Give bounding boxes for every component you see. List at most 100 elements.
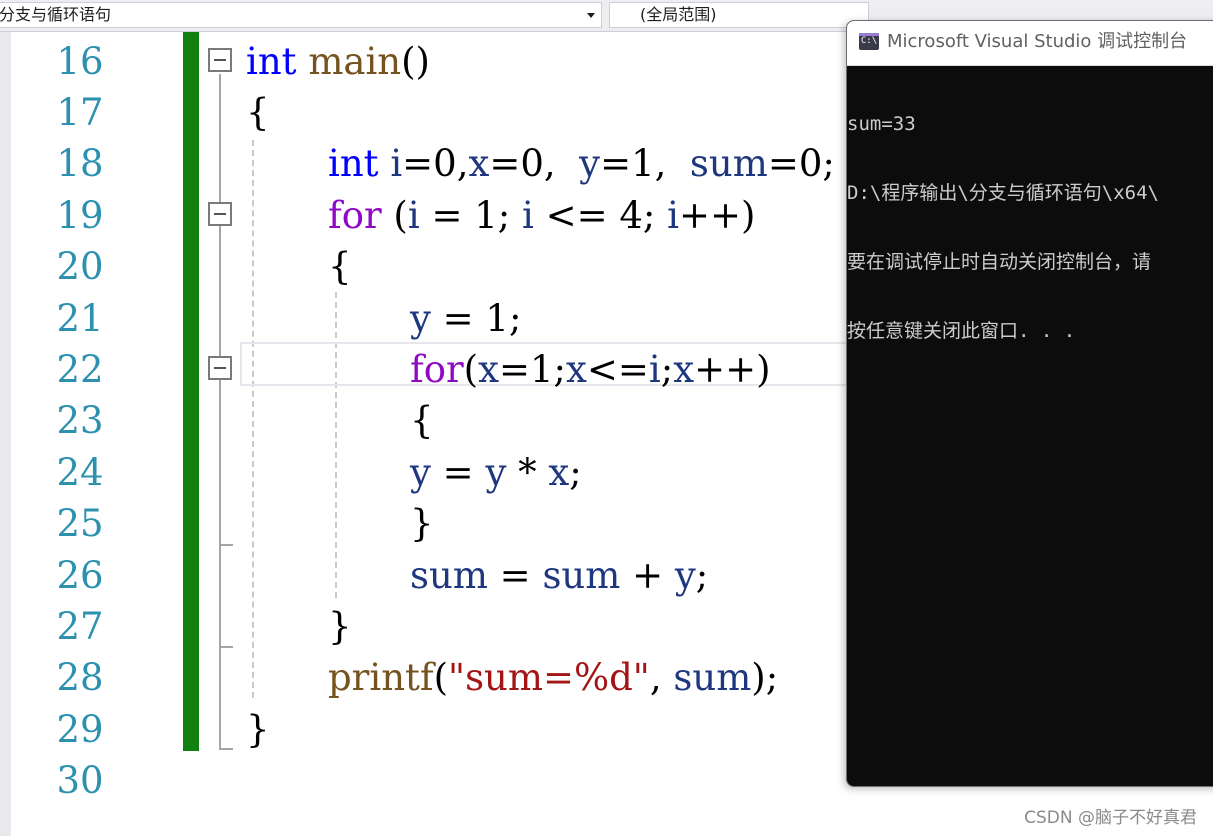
global-scope-dropdown[interactable]: (全局范围): [609, 2, 869, 28]
collapse-outer-for-icon[interactable]: [208, 202, 232, 226]
code-text: =0,: [402, 142, 469, 185]
punctuation: {: [328, 245, 352, 288]
code-text: ++): [694, 348, 771, 391]
variable: y: [485, 451, 507, 494]
console-line: 要在调试停止时自动关闭控制台，请: [847, 251, 1152, 273]
line-number: 21: [56, 297, 104, 340]
project-scope-dropdown[interactable]: 分支与循环语句: [0, 2, 602, 28]
code-text: = 1;: [419, 194, 523, 237]
watermark: CSDN @脑子不好真君: [1024, 808, 1197, 828]
line-number: 19: [56, 194, 104, 237]
code-text: (: [463, 348, 479, 391]
code-line-29[interactable]: }: [246, 704, 270, 755]
variable: x: [566, 348, 587, 391]
code-text: ;: [660, 348, 674, 391]
function-name: printf: [328, 656, 434, 699]
project-scope-label: 分支与循环语句: [0, 5, 112, 24]
control-keyword: for: [410, 348, 464, 391]
code-line-16[interactable]: int main(): [246, 36, 430, 87]
control-keyword: for: [328, 194, 382, 237]
line-number: 24: [56, 451, 104, 494]
code-line-24[interactable]: y = y * x;: [410, 447, 582, 498]
code-line-18[interactable]: int i=0,x=0, y=1, sum=0;: [328, 138, 835, 189]
variable: sum: [410, 554, 488, 597]
code-line-25[interactable]: }: [410, 498, 434, 549]
variable: y: [674, 554, 696, 597]
code-text: ++): [679, 194, 756, 237]
console-app-icon: C:\: [859, 33, 879, 50]
code-text: );: [751, 656, 779, 699]
change-tracking-bar: [183, 32, 199, 751]
keyword: int: [246, 40, 297, 83]
code-text: (: [433, 656, 449, 699]
code-line-19[interactable]: for (i = 1; i <= 4; i++): [328, 190, 755, 241]
line-number: 30: [56, 759, 104, 802]
outline-end-tick: [219, 646, 233, 648]
variable: i: [648, 348, 661, 391]
code-text: <=: [586, 348, 649, 391]
code-text: =: [487, 554, 543, 597]
code-line-22[interactable]: for(x=1;x<=i;x++): [410, 344, 771, 395]
variable: sum: [673, 656, 752, 699]
code-line-20[interactable]: {: [328, 241, 352, 292]
code-line-26[interactable]: sum = sum + y;: [410, 550, 708, 601]
collapse-inner-for-icon[interactable]: [208, 356, 232, 380]
variable: y: [410, 451, 431, 494]
outline-line: [219, 74, 221, 750]
code-text: =0,: [489, 142, 580, 185]
code-text: =: [430, 451, 486, 494]
code-text: =1,: [600, 142, 690, 185]
variable: y: [410, 297, 431, 340]
variable: x: [468, 142, 490, 185]
console-line: 按任意键关闭此窗口. . .: [847, 320, 1076, 342]
console-title: Microsoft Visual Studio 调试控制台: [887, 31, 1188, 52]
code-text: =1;: [498, 348, 566, 391]
line-number: 17: [56, 91, 104, 134]
line-number: 22: [56, 348, 104, 391]
indent-guide: [252, 140, 254, 698]
outline-end-tick: [219, 544, 233, 546]
variable: y: [579, 142, 601, 185]
line-number: 26: [56, 554, 104, 597]
line-number: 29: [56, 708, 104, 751]
line-number: 20: [56, 245, 104, 288]
code-line-17[interactable]: {: [246, 87, 270, 138]
line-number: 27: [56, 605, 104, 648]
variable: x: [478, 348, 499, 391]
console-title-bar[interactable]: C:\ Microsoft Visual Studio 调试控制台: [847, 21, 1213, 66]
editor-left-margin: [0, 32, 11, 836]
code-text: +: [620, 554, 675, 597]
code-text: = 1;: [430, 297, 522, 340]
function-name: main: [308, 40, 402, 83]
code-text: ;: [695, 554, 709, 597]
chevron-down-icon[interactable]: [587, 13, 595, 18]
console-output[interactable]: sum=33 D:\程序输出\分支与循环语句\x64\ 要在调试停止时自动关闭控…: [847, 67, 1213, 389]
punctuation: }: [328, 605, 352, 648]
code-line-28[interactable]: printf("sum=%d", sum);: [328, 652, 778, 703]
variable: sum: [542, 554, 621, 597]
variable: sum: [689, 142, 768, 185]
code-line-27[interactable]: }: [328, 601, 352, 652]
debug-console-window[interactable]: C:\ Microsoft Visual Studio 调试控制台 sum=33…: [846, 20, 1213, 787]
console-line: sum=33: [847, 113, 916, 135]
code-text: ;: [569, 451, 582, 494]
variable: i: [407, 194, 420, 237]
collapse-main-icon[interactable]: [208, 48, 232, 72]
line-number: 16: [56, 40, 104, 83]
punctuation: }: [246, 708, 270, 751]
code-text: =0;: [767, 142, 835, 185]
code-text: *: [506, 451, 549, 494]
variable: i: [522, 194, 534, 237]
punctuation: }: [410, 502, 434, 545]
code-line-23[interactable]: {: [410, 395, 434, 446]
code-line-21[interactable]: y = 1;: [410, 293, 521, 344]
variable: x: [673, 348, 695, 391]
string-literal: "sum=%d": [448, 656, 650, 699]
punctuation: {: [246, 91, 270, 134]
punctuation: (): [401, 40, 430, 83]
console-line: D:\程序输出\分支与循环语句\x64\: [847, 182, 1159, 204]
code-text: (: [381, 194, 408, 237]
variable: x: [548, 451, 570, 494]
global-scope-label: (全局范围): [640, 5, 717, 24]
